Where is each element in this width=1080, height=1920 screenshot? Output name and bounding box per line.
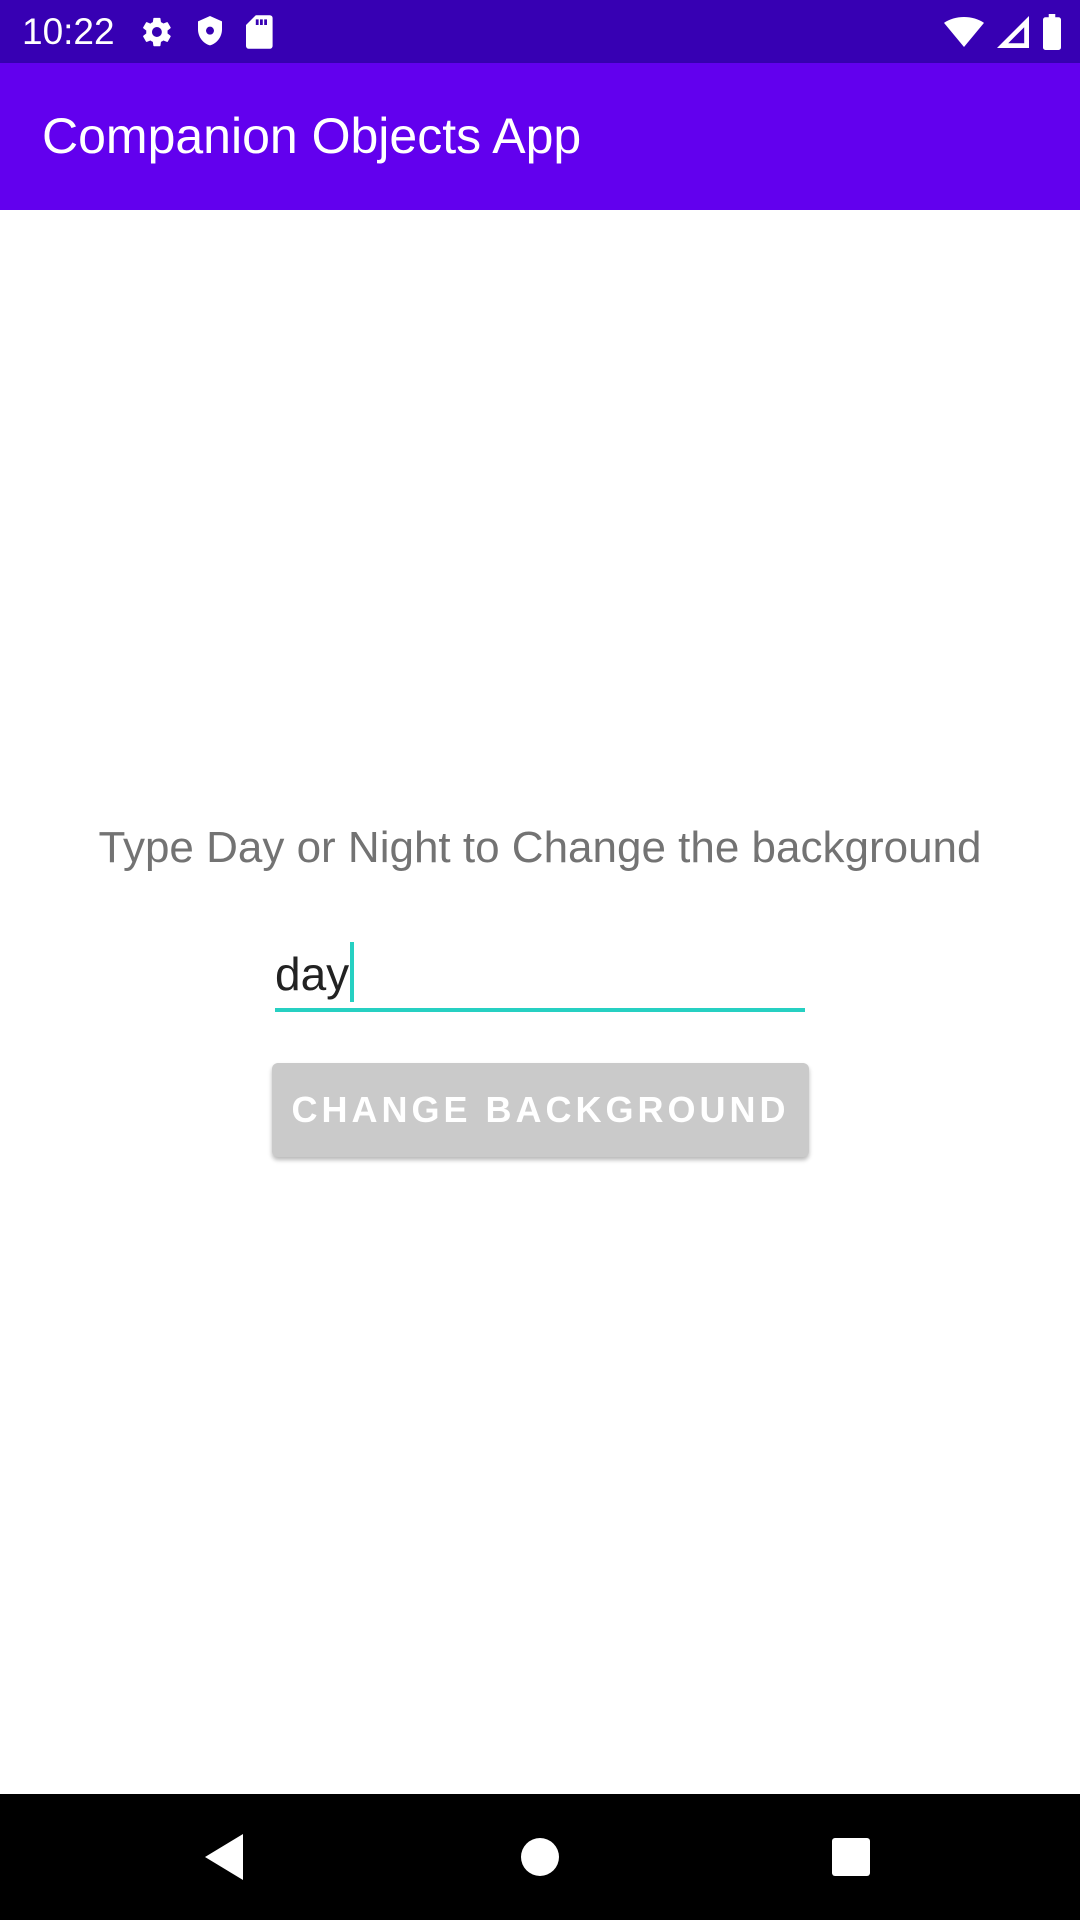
settings-gear-icon [140, 15, 174, 49]
status-time: 10:22 [22, 11, 115, 52]
home-icon [521, 1838, 559, 1876]
status-bar: 10:22 [0, 0, 1080, 63]
input-text[interactable]: day [275, 942, 355, 1002]
main-content: Type Day or Night to Change the backgrou… [0, 210, 1080, 1794]
change-background-button[interactable]: CHANGE BACKGROUND [272, 1063, 809, 1157]
back-button[interactable] [165, 1794, 285, 1920]
text-caret [350, 942, 355, 1002]
input-value: day [275, 948, 350, 1000]
shield-icon [194, 14, 226, 50]
wifi-icon [944, 16, 984, 48]
sd-card-icon [246, 15, 274, 49]
home-button[interactable] [480, 1794, 600, 1920]
status-icons-right [932, 12, 1062, 52]
app-title: Companion Objects App [42, 108, 582, 164]
back-icon [205, 1834, 243, 1880]
recents-icon [832, 1838, 870, 1876]
navigation-bar [0, 1794, 1080, 1920]
prompt-label: Type Day or Night to Change the backgrou… [98, 823, 982, 872]
cell-signal-icon [996, 16, 1030, 48]
day-night-input[interactable]: day [275, 928, 805, 1012]
app-bar: Companion Objects App [0, 63, 1080, 210]
battery-icon [1042, 14, 1062, 50]
recents-button[interactable] [791, 1794, 911, 1920]
status-icons-left [140, 12, 294, 52]
